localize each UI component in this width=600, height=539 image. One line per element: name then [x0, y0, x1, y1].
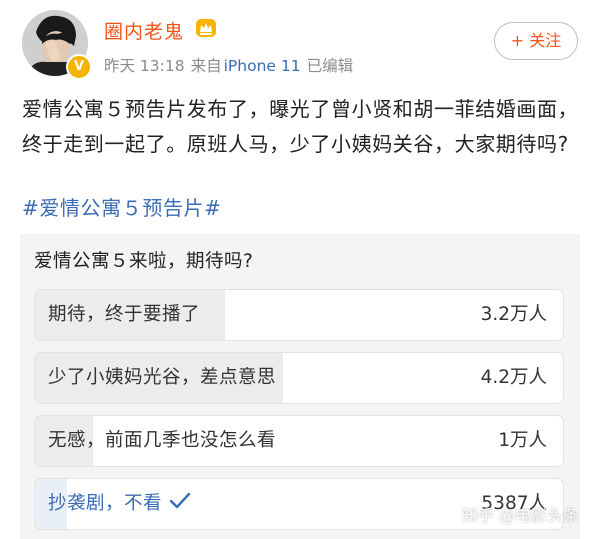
watermark: 知乎 @电影头条 — [462, 506, 580, 525]
poll-question: 爱情公寓５来啦，期待吗? — [34, 251, 254, 272]
poll-option-count: 3.2万人 — [480, 304, 547, 325]
poll-option-label: 期待，终于要播了 — [48, 304, 201, 325]
poll-option[interactable]: 少了小姨妈光谷，差点意思 4.2万人 — [34, 352, 564, 404]
poll-option-label: 抄袭剧，不看 — [48, 479, 192, 529]
username[interactable]: 圈内老鬼 — [104, 17, 184, 44]
post-text: 爱情公寓５预告片发布了，曝光了曾小贤和胡一菲结婚画面，终于走到一起了。原班人马，… — [22, 97, 579, 156]
verified-badge-icon: V — [66, 54, 92, 80]
poll-card: 爱情公寓５来啦，期待吗? 期待，终于要播了 3.2万人 少了小姨妈光谷，差点意思… — [20, 234, 580, 539]
hashtag-link[interactable]: #爱情公寓５预告片# — [22, 192, 222, 221]
post-meta: 昨天 13:18 来自 iPhone 11 已编辑 — [104, 54, 359, 76]
poll-option-label: 少了小姨妈光谷，差点意思 — [48, 367, 277, 388]
post-source-link[interactable]: iPhone 11 — [224, 57, 301, 75]
poll-option[interactable]: 期待，终于要播了 3.2万人 — [34, 289, 564, 341]
poll-option-count: 1万人 — [498, 430, 547, 451]
crown-icon — [196, 19, 216, 37]
poll-option-count: 4.2万人 — [480, 367, 547, 388]
poll-option-label-text: 抄袭剧，不看 — [48, 493, 163, 514]
source-prefix: 来自 — [190, 57, 222, 75]
poll-option-label: 无感，前面几季也没怎么看 — [48, 430, 277, 451]
checkmark-icon — [169, 492, 191, 509]
poll-option[interactable]: 无感，前面几季也没怎么看 1万人 — [34, 415, 564, 467]
follow-button[interactable]: + 关注 — [494, 22, 578, 60]
edited-label: 已编辑 — [306, 57, 354, 75]
post-time: 昨天 13:18 — [104, 57, 185, 75]
